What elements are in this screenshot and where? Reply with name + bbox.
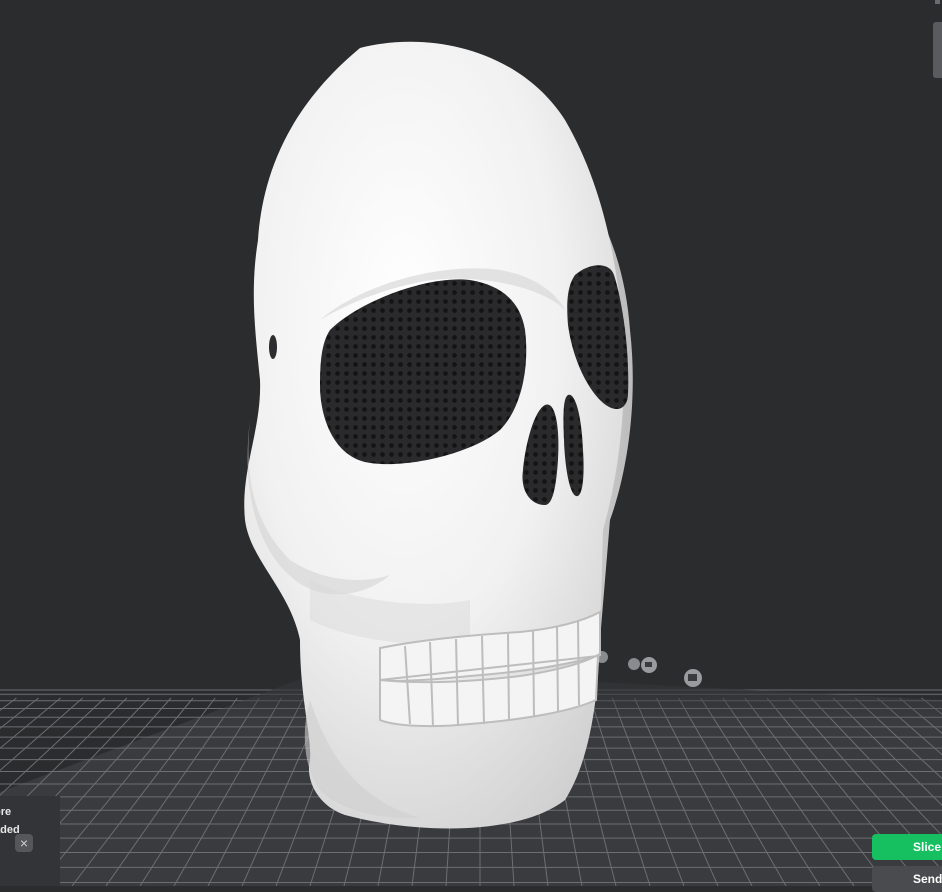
panel-edge-marker <box>935 0 940 4</box>
send-button[interactable]: Send <box>872 866 942 892</box>
notification-line-1: ore <box>0 806 12 818</box>
slice-button[interactable]: Slice <box>872 834 942 860</box>
3d-viewport[interactable] <box>0 0 942 886</box>
plate-markers <box>596 651 702 687</box>
right-panel-scroll-handle[interactable] <box>933 22 942 78</box>
close-icon[interactable]: × <box>15 834 33 852</box>
